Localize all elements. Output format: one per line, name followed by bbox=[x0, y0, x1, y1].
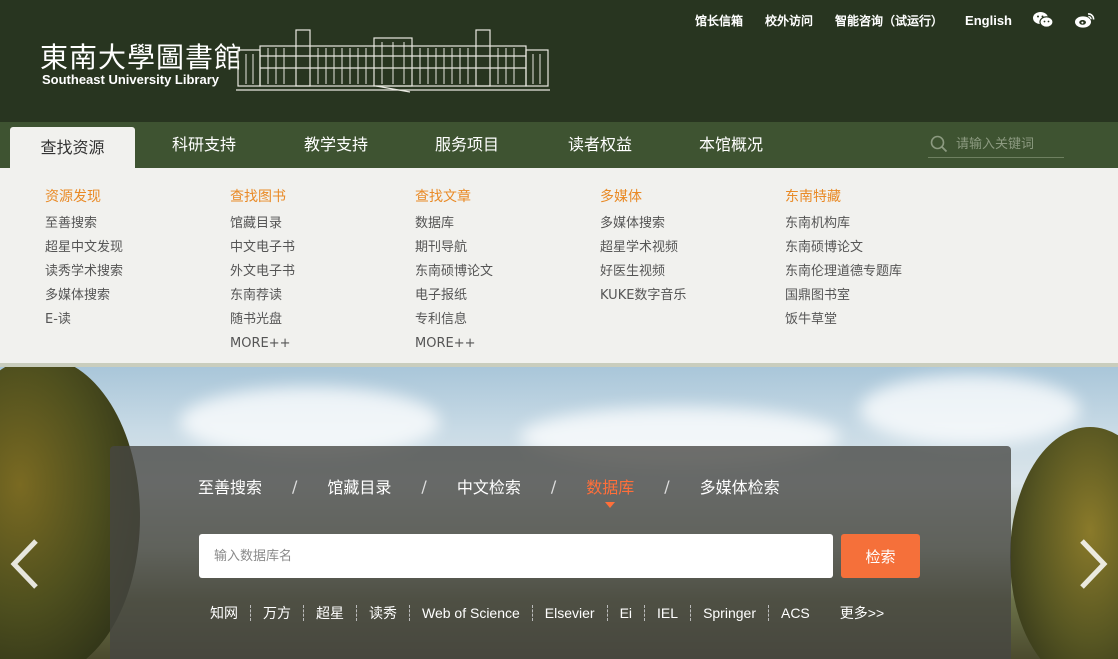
dropdown-link[interactable]: 期刊导航 bbox=[415, 236, 493, 260]
db-link-chaoxing[interactable]: 超星 bbox=[316, 603, 344, 623]
column-title[interactable]: 多媒体 bbox=[600, 188, 686, 206]
dropdown-link[interactable]: KUKE数字音乐 bbox=[600, 284, 686, 308]
dropdown-link[interactable]: 东南硕博论文 bbox=[785, 236, 902, 260]
search-panel: 至善搜索 / 馆藏目录 / 中文检索 / 数据库 / 多媒体检索 检索 知网 万… bbox=[110, 446, 1011, 659]
site-header: 東南大學圖書館 Southeast University Library 馆长信… bbox=[0, 0, 1118, 122]
weibo-icon[interactable] bbox=[1074, 11, 1096, 29]
find-resources-dropdown: 资源发现 至善搜索 超星中文发现 读秀学术搜索 多媒体搜索 E-读 查找图书 馆… bbox=[0, 168, 1118, 363]
tab-database[interactable]: 数据库 bbox=[586, 474, 634, 508]
nav-find-resources[interactable]: 查找资源 bbox=[10, 127, 135, 168]
link-divider bbox=[606, 605, 608, 621]
nav-research-support[interactable]: 科研支持 bbox=[148, 122, 260, 168]
dropdown-link[interactable]: E-读 bbox=[45, 308, 123, 332]
off-campus-access-link[interactable]: 校外访问 bbox=[765, 12, 813, 29]
db-link-elsevier[interactable]: Elsevier bbox=[545, 605, 595, 621]
wechat-icon[interactable] bbox=[1032, 11, 1054, 29]
dropdown-link[interactable]: 东南荐读 bbox=[230, 284, 295, 308]
db-link-acs[interactable]: ACS bbox=[781, 605, 810, 621]
tab-multimedia-search[interactable]: 多媒体检索 bbox=[700, 474, 780, 498]
director-mailbox-link[interactable]: 馆长信箱 bbox=[695, 12, 743, 29]
tab-zhishan-search[interactable]: 至善搜索 bbox=[198, 474, 262, 498]
carousel-prev-icon[interactable] bbox=[8, 537, 42, 591]
dropdown-link[interactable]: 超星中文发现 bbox=[45, 236, 123, 260]
database-quick-links: 知网 万方 超星 读秀 Web of Science Elsevier Ei I… bbox=[210, 602, 884, 624]
dropdown-link[interactable]: 东南伦理道德专题库 bbox=[785, 260, 902, 284]
smart-consult-link[interactable]: 智能咨询（试运行） bbox=[835, 12, 943, 29]
nav-search-input[interactable] bbox=[956, 134, 1062, 154]
db-link-wanfang[interactable]: 万方 bbox=[263, 603, 291, 623]
dropdown-link[interactable]: 读秀学术搜索 bbox=[45, 260, 123, 284]
dropdown-link[interactable]: 专利信息 bbox=[415, 308, 493, 332]
dropdown-link[interactable]: 中文电子书 bbox=[230, 236, 295, 260]
main-nav: 查找资源 科研支持 教学支持 服务项目 读者权益 本馆概况 bbox=[0, 122, 1118, 168]
db-link-duxiu[interactable]: 读秀 bbox=[369, 603, 397, 623]
nav-about-library[interactable]: 本馆概况 bbox=[675, 122, 787, 168]
more-link[interactable]: MORE++ bbox=[415, 332, 493, 356]
tab-separator: / bbox=[421, 476, 427, 496]
column-title[interactable]: 查找文章 bbox=[415, 188, 493, 206]
link-divider bbox=[531, 605, 533, 621]
column-title[interactable]: 查找图书 bbox=[230, 188, 295, 206]
dropdown-link[interactable]: 至善搜索 bbox=[45, 212, 123, 236]
dropdown-link[interactable]: 外文电子书 bbox=[230, 260, 295, 284]
dropdown-link[interactable]: 东南硕博论文 bbox=[415, 260, 493, 284]
top-links: 馆长信箱 校外访问 智能咨询（试运行） English bbox=[673, 10, 1096, 30]
search-tabs: 至善搜索 / 馆藏目录 / 中文检索 / 数据库 / 多媒体检索 bbox=[198, 474, 780, 508]
db-link-ei[interactable]: Ei bbox=[620, 605, 632, 621]
dropdown-link[interactable]: 好医生视频 bbox=[600, 260, 686, 284]
nav-services[interactable]: 服务项目 bbox=[411, 122, 523, 168]
tab-separator: / bbox=[292, 476, 298, 496]
db-link-cnki[interactable]: 知网 bbox=[210, 603, 238, 623]
nav-reader-rights[interactable]: 读者权益 bbox=[544, 122, 656, 168]
dropdown-column-find-articles: 查找文章 数据库 期刊导航 东南硕博论文 电子报纸 专利信息 MORE++ bbox=[415, 188, 493, 356]
dropdown-link[interactable]: 国鼎图书室 bbox=[785, 284, 902, 308]
dropdown-column-special-collections: 东南特藏 东南机构库 东南硕博论文 东南伦理道德专题库 国鼎图书室 饭牛草堂 bbox=[785, 188, 902, 332]
dropdown-link[interactable]: 饭牛草堂 bbox=[785, 308, 902, 332]
dropdown-column-find-books: 查找图书 馆藏目录 中文电子书 外文电子书 东南荐读 随书光盘 MORE++ bbox=[230, 188, 295, 356]
link-divider bbox=[690, 605, 692, 621]
english-link[interactable]: English bbox=[965, 13, 1012, 28]
dropdown-link[interactable]: 超星学术视频 bbox=[600, 236, 686, 260]
database-search-input[interactable] bbox=[199, 534, 833, 578]
db-link-iel[interactable]: IEL bbox=[657, 605, 678, 621]
dropdown-link[interactable]: 随书光盘 bbox=[230, 308, 295, 332]
dropdown-column-resource-discovery: 资源发现 至善搜索 超星中文发现 读秀学术搜索 多媒体搜索 E-读 bbox=[45, 188, 123, 332]
carousel-next-icon[interactable] bbox=[1076, 537, 1110, 591]
link-divider bbox=[356, 605, 357, 621]
cloud-decoration bbox=[860, 375, 1080, 445]
dropdown-link[interactable]: 数据库 bbox=[415, 212, 493, 236]
library-logo[interactable]: 東南大學圖書館 Southeast University Library bbox=[40, 36, 244, 96]
tab-separator: / bbox=[550, 476, 557, 496]
logo-chinese-name: 東南大學圖書館 bbox=[40, 41, 244, 74]
db-link-springer[interactable]: Springer bbox=[703, 605, 756, 621]
search-icon[interactable] bbox=[930, 135, 948, 153]
more-databases-link[interactable]: 更多>> bbox=[840, 603, 884, 623]
link-divider bbox=[409, 605, 410, 621]
link-divider bbox=[767, 605, 769, 621]
logo-english-name: Southeast University Library bbox=[42, 72, 219, 87]
dropdown-link[interactable]: 东南机构库 bbox=[785, 212, 902, 236]
link-divider bbox=[250, 605, 251, 621]
link-divider bbox=[303, 605, 304, 621]
column-title[interactable]: 东南特藏 bbox=[785, 188, 902, 206]
dropdown-link[interactable]: 馆藏目录 bbox=[230, 212, 295, 236]
dropdown-link[interactable]: 多媒体搜索 bbox=[45, 284, 123, 308]
tab-separator: / bbox=[664, 476, 670, 496]
nav-search bbox=[928, 132, 1064, 158]
tab-catalog[interactable]: 馆藏目录 bbox=[327, 474, 391, 498]
column-title[interactable]: 资源发现 bbox=[45, 188, 123, 206]
library-building-illustration bbox=[236, 29, 550, 93]
search-button[interactable]: 检索 bbox=[841, 534, 920, 578]
dropdown-link[interactable]: 多媒体搜索 bbox=[600, 212, 686, 236]
link-divider bbox=[644, 605, 646, 621]
dropdown-link[interactable]: 电子报纸 bbox=[415, 284, 493, 308]
hero-banner: 至善搜索 / 馆藏目录 / 中文检索 / 数据库 / 多媒体检索 检索 知网 万… bbox=[0, 367, 1118, 659]
tab-chinese-search[interactable]: 中文检索 bbox=[457, 474, 521, 498]
more-link[interactable]: MORE++ bbox=[230, 332, 295, 356]
nav-teaching-support[interactable]: 教学支持 bbox=[280, 122, 392, 168]
dropdown-column-multimedia: 多媒体 多媒体搜索 超星学术视频 好医生视频 KUKE数字音乐 bbox=[600, 188, 686, 308]
db-link-web-of-science[interactable]: Web of Science bbox=[422, 605, 520, 621]
